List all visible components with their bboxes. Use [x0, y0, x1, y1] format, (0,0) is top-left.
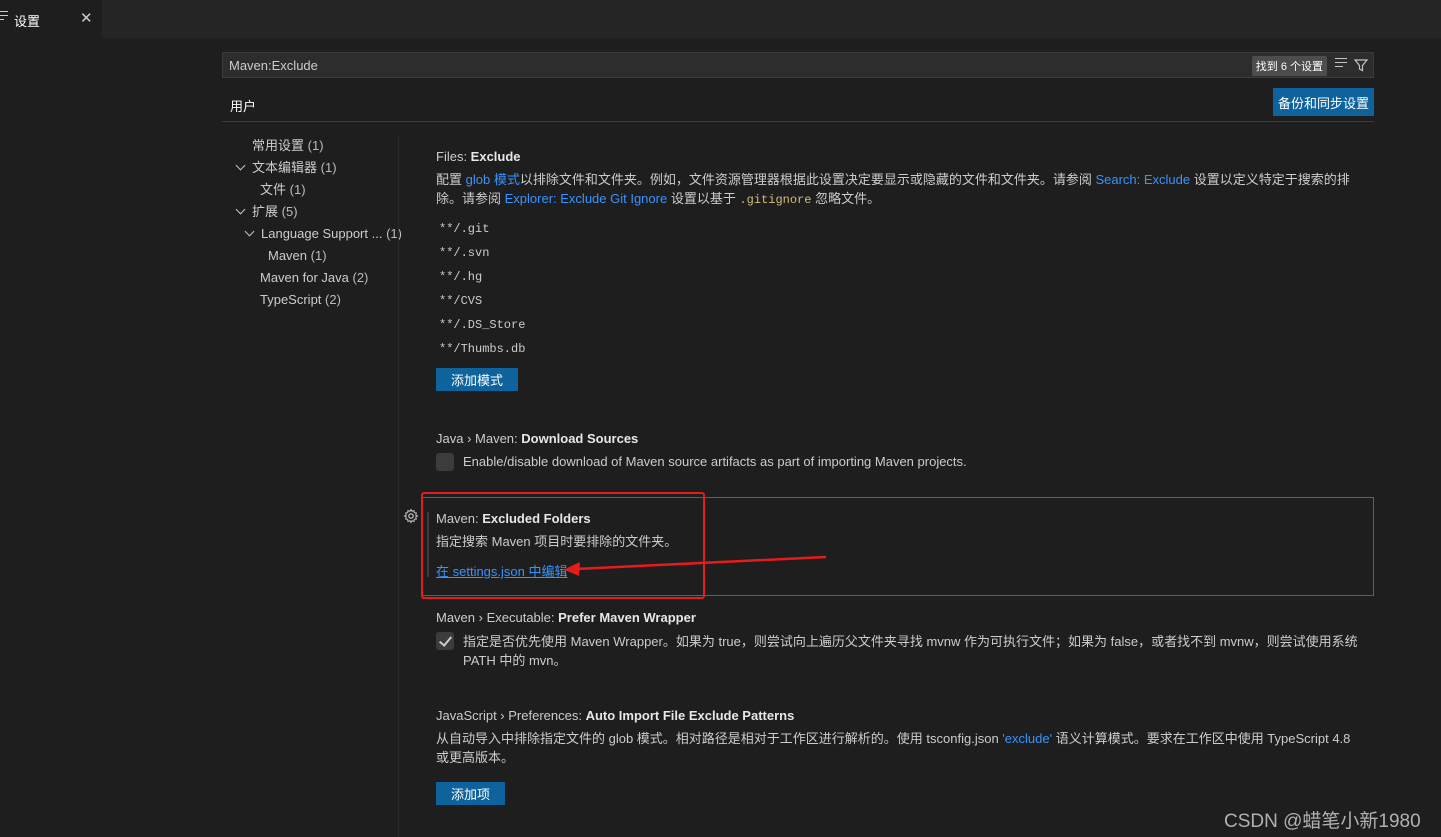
close-icon[interactable]: ✕ [80, 9, 93, 27]
toc-count: (5) [281, 204, 298, 219]
setting-description: 指定是否优先使用 Maven Wrapper。如果为 true，则尝试向上遍历父… [463, 634, 1358, 668]
toc-item-maven[interactable]: Maven (1) [268, 246, 327, 266]
add-item-button[interactable]: 添加项 [436, 782, 505, 805]
toc-count: (1) [310, 248, 327, 263]
editor-tab-bar: 设置 ✕ [0, 0, 1441, 38]
setting-prefer-maven-wrapper: Maven › Executable: Prefer Maven Wrapper [436, 610, 1356, 625]
chevron-down-icon [235, 204, 246, 215]
setting-description: Enable/disable download of Maven source … [463, 454, 967, 469]
annotation-arrow [564, 555, 827, 576]
annotation-box [421, 492, 705, 599]
list-item[interactable]: **/.git [439, 222, 489, 236]
toc-count: (1) [289, 182, 306, 197]
toc-item-maven-for-java[interactable]: Maven for Java (2) [260, 268, 368, 288]
toc-item-text-editor[interactable]: 文本编辑器 (1) [235, 158, 337, 178]
toc-item-typescript[interactable]: TypeScript (2) [260, 290, 341, 310]
setting-description: 配置 glob 模式以排除文件和文件夹。例如，文件资源管理器根据此设置决定要显示… [436, 172, 1350, 207]
toc-label: Maven for Java [260, 270, 349, 285]
list-item[interactable]: **/.DS_Store [439, 318, 525, 332]
list-item[interactable]: **/Thumbs.db [439, 342, 525, 356]
checkmark-icon [438, 633, 453, 647]
setting-auto-import-exclude: JavaScript › Preferences: Auto Import Fi… [436, 708, 1356, 767]
chevron-down-icon [235, 160, 246, 171]
toc-item-extensions[interactable]: 扩展 (5) [235, 202, 298, 222]
toc-label: 文件 [260, 182, 287, 197]
toc-label: 文本编辑器 [252, 160, 318, 175]
toc-label: Language Support ... [261, 226, 383, 241]
toc-label: TypeScript [260, 292, 322, 307]
toc-item-language-support[interactable]: Language Support ... (1) [244, 224, 402, 244]
setting-title: Maven › Executable: Prefer Maven Wrapper [436, 610, 696, 625]
setting-title: Files: Exclude [436, 149, 521, 164]
exclude-link[interactable]: 'exclude' [1002, 731, 1052, 746]
setting-download-sources: Java › Maven: Download Sources [436, 431, 1356, 446]
settings-tab[interactable]: 设置 ✕ [0, 0, 103, 38]
setting-description: 从自动导入中排除指定文件的 glob 模式。相对路径是相对于工作区进行解析的。使… [436, 731, 1351, 765]
toc-item-common[interactable]: 常用设置 (1) [252, 136, 324, 156]
setting-title: Java › Maven: Download Sources [436, 431, 639, 446]
settings-search-box: 找到 6 个设置 [222, 52, 1374, 78]
toc-count: (1) [307, 138, 324, 153]
toc-count: (1) [320, 160, 337, 175]
toc-item-files[interactable]: 文件 (1) [260, 180, 306, 200]
list-item[interactable]: **/.svn [439, 246, 489, 260]
add-pattern-button[interactable]: 添加模式 [436, 368, 518, 391]
download-sources-checkbox[interactable] [436, 453, 454, 471]
settings-tab-label: 设置 [14, 14, 41, 29]
glob-link[interactable]: glob 模式 [466, 172, 520, 187]
list-item[interactable]: **/.hg [439, 270, 482, 284]
chevron-down-icon [244, 226, 255, 237]
setting-title: JavaScript › Preferences: Auto Import Fi… [436, 708, 795, 723]
toc-label: 扩展 [252, 204, 279, 219]
scope-divider [222, 121, 1374, 122]
prefer-wrapper-checkbox[interactable] [436, 632, 454, 650]
tab-user[interactable]: 用户 [222, 94, 264, 122]
settings-search-input[interactable] [229, 57, 1129, 73]
backup-sync-button[interactable]: 备份和同步设置 [1273, 88, 1374, 116]
search-exclude-link[interactable]: Search: Exclude [1095, 172, 1190, 187]
toc-label: Maven [268, 248, 308, 263]
toc-count: (2) [352, 270, 369, 285]
list-item[interactable]: **/CVS [439, 294, 482, 308]
gear-icon[interactable] [403, 508, 419, 524]
toc-count: (2) [325, 292, 341, 307]
explorer-gitignore-link[interactable]: Explorer: Exclude Git Ignore [505, 191, 668, 206]
gitignore-code: .gitignore [739, 193, 812, 207]
toc-count: (1) [386, 226, 402, 241]
watermark: CSDN @蜡笔小新1980 [1224, 811, 1421, 832]
results-count-badge: 找到 6 个设置 [1251, 56, 1327, 76]
setting-files-exclude: Files: Exclude 配置 glob 模式以排除文件和文件夹。例如，文件… [436, 149, 1356, 210]
toc-divider [398, 136, 399, 837]
settings-list-icon [0, 11, 8, 23]
exclude-pattern-list: **/.git **/.svn **/.hg **/CVS **/.DS_Sto… [436, 220, 736, 360]
clear-filter-icon[interactable] [1335, 58, 1349, 72]
toc-label: 常用设置 [252, 138, 305, 153]
filter-icon[interactable] [1353, 57, 1369, 73]
